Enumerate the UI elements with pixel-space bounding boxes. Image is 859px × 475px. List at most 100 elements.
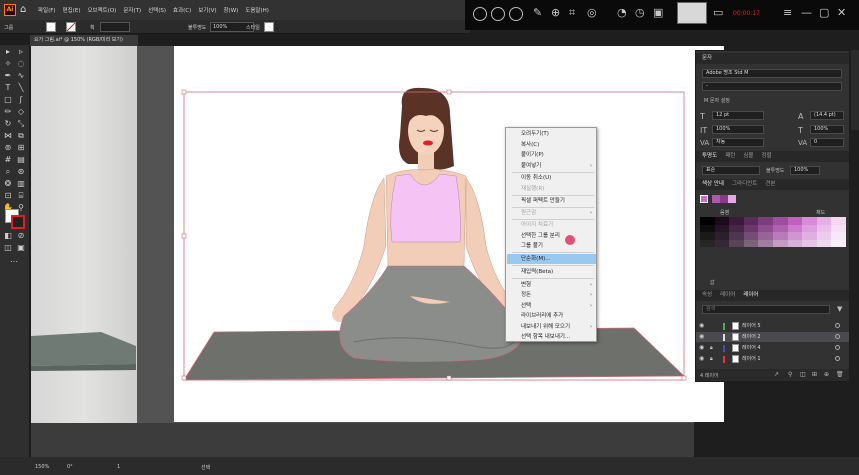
color-guide-cell[interactable] xyxy=(700,239,715,247)
eye-icon[interactable]: ◉ xyxy=(699,332,704,342)
color-guide-cell[interactable] xyxy=(773,232,788,240)
menu-object[interactable]: 오브젝트(O) xyxy=(87,6,116,14)
menu-select[interactable]: 선택(S) xyxy=(148,6,166,14)
paint-bucket-icon[interactable]: ◔ xyxy=(617,6,627,19)
gradient-icon[interactable]: ▤ xyxy=(15,155,27,165)
layers-search-input[interactable]: 검색 xyxy=(702,305,830,314)
harmony-swatch[interactable] xyxy=(712,195,720,203)
menu-item-simplify[interactable]: 단순화(M)... xyxy=(507,253,596,264)
color-guide-cell[interactable] xyxy=(729,224,744,232)
color-guide-cell[interactable] xyxy=(802,239,817,247)
font-size-field[interactable]: 12 pt xyxy=(712,111,764,120)
eye-icon[interactable]: ◉ xyxy=(699,354,704,364)
color-guide-grid[interactable] xyxy=(700,217,846,247)
layer-row[interactable]: ◉ 🔒︎ 레이어 1 xyxy=(696,354,849,364)
zoom-in-icon[interactable]: ⊕ xyxy=(551,6,560,19)
tab-color-guide[interactable]: 색상 안내 xyxy=(702,179,724,190)
eraser-icon[interactable]: ◇ xyxy=(15,107,27,117)
export-icon[interactable]: ↗ xyxy=(774,371,779,378)
stroke-weight-field[interactable] xyxy=(100,22,130,32)
document-tab[interactable]: 요가 그림.ai* @ 150% (RGB/미리 보기) xyxy=(30,35,138,46)
mesh-icon[interactable]: # xyxy=(2,155,14,165)
menu-edit[interactable]: 편집(E) xyxy=(63,6,81,14)
color-guide-cell[interactable] xyxy=(714,239,730,247)
type-tool-icon[interactable]: T xyxy=(2,83,14,93)
scale-icon[interactable]: ⤡ xyxy=(15,119,27,129)
screen-mode-icon[interactable]: ▣ xyxy=(15,243,27,253)
menu-item-make-pixel-perfect[interactable]: 픽셀 퍼펙트 만들기 xyxy=(507,196,596,207)
menu-icon[interactable]: ≡ xyxy=(783,6,792,19)
tab-swatches[interactable]: 견본 xyxy=(765,179,775,190)
artboard-number[interactable]: 1 xyxy=(117,464,120,470)
direct-selection-tool-icon[interactable]: ▹ xyxy=(15,47,27,57)
menu-item-paste-special[interactable]: 붙여넣기 › xyxy=(507,161,596,172)
color-guide-cell[interactable] xyxy=(787,224,803,232)
timer-icon[interactable]: ◷ xyxy=(635,6,645,19)
menu-window[interactable]: 창(W) xyxy=(223,6,238,14)
menu-item-paste[interactable]: 붙이기(P) xyxy=(507,150,596,161)
lasso-icon[interactable]: ◌ xyxy=(15,59,27,69)
target-icon[interactable] xyxy=(835,345,840,350)
close-icon[interactable]: ✕ xyxy=(837,6,846,19)
pen-tool-icon[interactable]: ✒ xyxy=(2,71,14,81)
leading-field[interactable]: (14.4 pt) xyxy=(810,111,844,120)
stroke-swatch[interactable] xyxy=(66,22,76,32)
menu-item-select[interactable]: 선택 › xyxy=(507,301,596,312)
color-guide-cell[interactable] xyxy=(743,224,759,232)
tab-symbol[interactable]: 심볼 xyxy=(743,151,753,162)
artboard-tool-icon[interactable]: ⊡ xyxy=(2,191,14,201)
eye-icon[interactable]: ◉ xyxy=(699,321,704,331)
color-guide-cell[interactable] xyxy=(758,217,773,225)
blend-icon[interactable]: ⊛ xyxy=(15,167,27,177)
color-guide-cell[interactable] xyxy=(802,224,817,232)
tab-properties[interactable]: 속성 xyxy=(702,290,712,301)
harmony-swatch[interactable] xyxy=(720,195,728,203)
color-guide-cell[interactable] xyxy=(729,217,744,225)
layer-row[interactable]: ◉ 레이어 5 xyxy=(696,321,849,331)
graphic-style-swatch[interactable] xyxy=(264,22,274,32)
delete-layer-icon[interactable]: 🗑︎ xyxy=(836,371,844,378)
spotlight-icon[interactable]: ◎ xyxy=(587,6,597,19)
color-guide-cell[interactable] xyxy=(787,239,803,247)
selection-tool-icon[interactable]: ▸ xyxy=(2,47,14,57)
free-transform-icon[interactable]: ⧉ xyxy=(15,131,27,141)
tab-align[interactable]: 정렬 xyxy=(761,151,771,162)
menu-file[interactable]: 파일(F) xyxy=(38,6,56,14)
horizontal-scale-field[interactable]: 100% xyxy=(810,125,844,134)
opacity-field-panel[interactable]: 100% xyxy=(790,166,820,175)
color-guide-cell[interactable] xyxy=(700,224,715,232)
draw-mode-icon[interactable]: ◫ xyxy=(2,243,14,253)
menu-item-ungroup[interactable]: 그룹 풀기 xyxy=(507,241,596,252)
menu-item-cut[interactable]: 오려두기(T) xyxy=(507,129,596,140)
tab-pattern[interactable]: 패턴 xyxy=(725,151,735,162)
more-tools-icon[interactable]: ⋯ xyxy=(8,257,20,267)
layer-row[interactable]: ◉ 🔒︎ 레이어 4 xyxy=(696,343,849,353)
menu-item-copy[interactable]: 복사(C) xyxy=(507,140,596,151)
menu-item-collect-for-export[interactable]: 내보내기 위해 모으기 › xyxy=(507,322,596,333)
width-tool-icon[interactable]: ⋈ xyxy=(2,131,14,141)
tab-gradient[interactable]: 그라디언트 xyxy=(732,179,757,190)
color-guide-cell[interactable] xyxy=(787,232,803,240)
locate-object-icon[interactable]: ⚲ xyxy=(788,371,792,378)
menu-help[interactable]: 도움말(H) xyxy=(245,6,269,14)
tab-layers[interactable]: 레이어 xyxy=(743,290,758,301)
home-icon[interactable]: ⌂ xyxy=(20,4,32,16)
filter-icon[interactable]: ▼ xyxy=(837,305,842,313)
font-style-field[interactable]: - xyxy=(702,82,842,91)
color-guide-cell[interactable] xyxy=(743,217,759,225)
color-guide-cell[interactable] xyxy=(743,232,759,240)
menu-effect[interactable]: 효과(C) xyxy=(173,6,191,14)
color-guide-cell[interactable] xyxy=(816,217,832,225)
color-guide-cell[interactable] xyxy=(729,232,744,240)
target-icon[interactable] xyxy=(835,356,840,361)
lock-icon[interactable]: 🔒︎ xyxy=(710,354,713,364)
color-guide-cell[interactable] xyxy=(773,239,788,247)
menu-item-arrange[interactable]: 정돈 › xyxy=(507,290,596,301)
menu-item-export-selection[interactable]: 선택 항목 내보내기... xyxy=(507,332,596,343)
color-guide-cell[interactable] xyxy=(831,217,846,225)
pencil-icon[interactable]: ✏ xyxy=(2,107,14,117)
eyedropper-icon[interactable]: ⌕ xyxy=(2,167,14,177)
menu-view[interactable]: 보기(V) xyxy=(198,6,216,14)
color-guide-cell[interactable] xyxy=(714,224,730,232)
settings-icon[interactable]: ▭ xyxy=(713,6,723,19)
